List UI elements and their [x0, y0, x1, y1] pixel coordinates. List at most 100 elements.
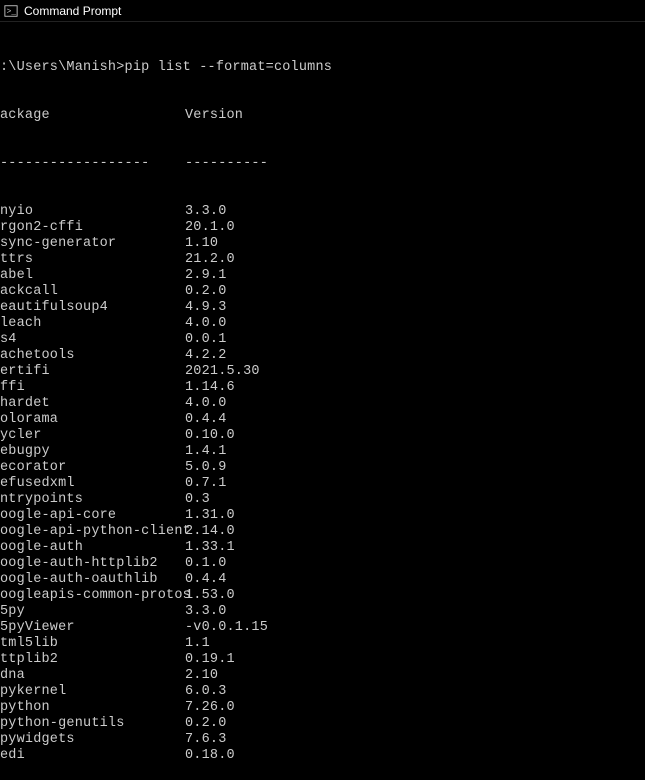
table-row: ycler0.10.0 — [0, 428, 645, 444]
table-separator: ------------------ ---------- — [0, 156, 645, 172]
package-version: 2.14.0 — [185, 524, 235, 540]
package-name: oogleapis-common-protos — [0, 588, 185, 604]
package-name: oogle-auth — [0, 540, 185, 556]
package-name: python — [0, 700, 185, 716]
package-name: olorama — [0, 412, 185, 428]
table-row: efusedxml0.7.1 — [0, 476, 645, 492]
table-row: oogle-auth-oauthlib0.4.4 — [0, 572, 645, 588]
package-version: 2021.5.30 — [185, 364, 260, 380]
table-row: achetools4.2.2 — [0, 348, 645, 364]
package-version: 6.0.3 — [185, 684, 227, 700]
package-name: 5py — [0, 604, 185, 620]
table-row: nyio3.3.0 — [0, 204, 645, 220]
window-titlebar[interactable]: >_ Command Prompt — [0, 0, 645, 22]
table-row: 5pyViewer-v0.0.1.15 — [0, 620, 645, 636]
package-name: ntrypoints — [0, 492, 185, 508]
package-name: ffi — [0, 380, 185, 396]
table-row: oogle-auth-httplib20.1.0 — [0, 556, 645, 572]
package-name: oogle-auth-httplib2 — [0, 556, 185, 572]
package-version: 4.0.0 — [185, 396, 227, 412]
package-version: 0.7.1 — [185, 476, 227, 492]
table-row: rgon2-cffi20.1.0 — [0, 220, 645, 236]
package-name: s4 — [0, 332, 185, 348]
table-row: abel2.9.1 — [0, 268, 645, 284]
package-name: leach — [0, 316, 185, 332]
table-row: ecorator5.0.9 — [0, 460, 645, 476]
table-row: s40.0.1 — [0, 332, 645, 348]
package-version: 0.18.0 — [185, 748, 235, 764]
package-name: edi — [0, 748, 185, 764]
package-version: 1.4.1 — [185, 444, 227, 460]
command-prompt-icon: >_ — [4, 4, 18, 18]
package-version: 1.33.1 — [185, 540, 235, 556]
package-name: oogle-auth-oauthlib — [0, 572, 185, 588]
package-name: oogle-api-python-client — [0, 524, 185, 540]
table-row: pywidgets7.6.3 — [0, 732, 645, 748]
header-version: Version — [185, 108, 243, 124]
package-name: ackcall — [0, 284, 185, 300]
package-version: 0.4.4 — [185, 572, 227, 588]
terminal-output[interactable]: :\Users\Manish>pip list --format=columns… — [0, 22, 645, 780]
table-row: leach4.0.0 — [0, 316, 645, 332]
table-row: ttplib20.19.1 — [0, 652, 645, 668]
package-name: python-genutils — [0, 716, 185, 732]
package-version: 20.1.0 — [185, 220, 235, 236]
command-line: :\Users\Manish>pip list --format=columns — [0, 60, 645, 76]
package-version: 1.10 — [185, 236, 218, 252]
table-row: tml5lib1.1 — [0, 636, 645, 652]
package-version: 4.9.3 — [185, 300, 227, 316]
package-version: 1.14.6 — [185, 380, 235, 396]
table-row: dna2.10 — [0, 668, 645, 684]
package-version: 0.2.0 — [185, 716, 227, 732]
table-row: oogle-auth1.33.1 — [0, 540, 645, 556]
package-name: efusedxml — [0, 476, 185, 492]
package-version: 0.0.1 — [185, 332, 227, 348]
package-name: ttplib2 — [0, 652, 185, 668]
package-name: ttrs — [0, 252, 185, 268]
table-row: oogleapis-common-protos1.53.0 — [0, 588, 645, 604]
package-version: -v0.0.1.15 — [185, 620, 268, 636]
package-version: 7.26.0 — [185, 700, 235, 716]
package-version: 3.3.0 — [185, 204, 227, 220]
package-name: pykernel — [0, 684, 185, 700]
svg-text:>_: >_ — [7, 7, 17, 16]
package-name: sync-generator — [0, 236, 185, 252]
table-row: ertifi2021.5.30 — [0, 364, 645, 380]
package-name: dna — [0, 668, 185, 684]
table-row: eautifulsoup44.9.3 — [0, 300, 645, 316]
package-version: 2.9.1 — [185, 268, 227, 284]
package-name: rgon2-cffi — [0, 220, 185, 236]
package-name: achetools — [0, 348, 185, 364]
package-version: 0.1.0 — [185, 556, 227, 572]
package-version: 1.31.0 — [185, 508, 235, 524]
package-version: 0.19.1 — [185, 652, 235, 668]
table-row: edi0.18.0 — [0, 748, 645, 764]
separator-package: ------------------ — [0, 156, 185, 172]
package-version: 21.2.0 — [185, 252, 235, 268]
package-name: nyio — [0, 204, 185, 220]
table-row: ttrs21.2.0 — [0, 252, 645, 268]
package-version: 1.53.0 — [185, 588, 235, 604]
package-version: 5.0.9 — [185, 460, 227, 476]
table-row: ntrypoints0.3 — [0, 492, 645, 508]
package-name: eautifulsoup4 — [0, 300, 185, 316]
package-version: 0.10.0 — [185, 428, 235, 444]
package-name: abel — [0, 268, 185, 284]
table-row: oogle-api-core1.31.0 — [0, 508, 645, 524]
package-version: 3.3.0 — [185, 604, 227, 620]
separator-version: ---------- — [185, 156, 268, 172]
package-name: ebugpy — [0, 444, 185, 460]
table-row: hardet4.0.0 — [0, 396, 645, 412]
package-version: 1.1 — [185, 636, 210, 652]
table-row: python-genutils0.2.0 — [0, 716, 645, 732]
table-row: olorama0.4.4 — [0, 412, 645, 428]
package-name: tml5lib — [0, 636, 185, 652]
window-title: Command Prompt — [24, 4, 121, 18]
package-name: ertifi — [0, 364, 185, 380]
table-row: python7.26.0 — [0, 700, 645, 716]
table-row: pykernel6.0.3 — [0, 684, 645, 700]
package-version: 0.2.0 — [185, 284, 227, 300]
table-row: sync-generator1.10 — [0, 236, 645, 252]
package-name: hardet — [0, 396, 185, 412]
table-row: ackcall0.2.0 — [0, 284, 645, 300]
